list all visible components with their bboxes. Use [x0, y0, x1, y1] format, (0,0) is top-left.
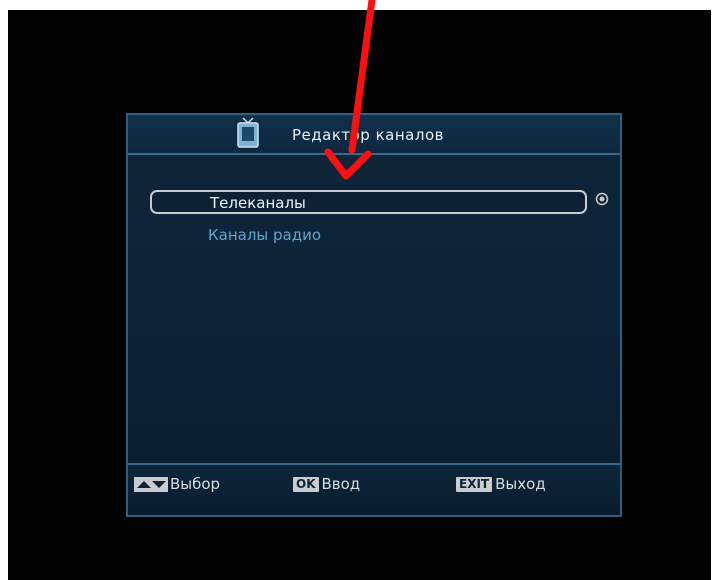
hint-ok: OK Ввод	[293, 475, 360, 493]
list-item-label: Каналы радио	[208, 226, 322, 244]
tv-screen: Редактор каналов Телеканалы Каналы радио	[8, 10, 711, 580]
menu-footer: Выбор OK Ввод EXIT Выход	[128, 463, 620, 507]
up-down-arrows-icon	[134, 476, 168, 492]
hint-select: Выбор	[134, 475, 220, 493]
menu-header: Редактор каналов	[128, 115, 620, 155]
ok-key-badge: OK	[293, 476, 319, 492]
exit-key-badge: EXIT	[456, 476, 493, 492]
menu-title: Редактор каналов	[292, 126, 444, 144]
scroll-dot-icon	[595, 192, 609, 206]
hint-ok-label: Ввод	[321, 475, 361, 493]
tv-icon	[237, 117, 259, 148]
list-item-radio-channels[interactable]: Каналы радио	[150, 223, 587, 247]
hint-select-label: Выбор	[170, 475, 221, 493]
hint-exit-label: Выход	[495, 475, 546, 493]
list-item-label: Телеканалы	[210, 194, 306, 212]
hint-exit: EXIT Выход	[456, 475, 546, 493]
channel-editor-menu: Редактор каналов Телеканалы Каналы радио	[126, 113, 622, 517]
list-item-tv-channels[interactable]: Телеканалы	[150, 190, 587, 214]
